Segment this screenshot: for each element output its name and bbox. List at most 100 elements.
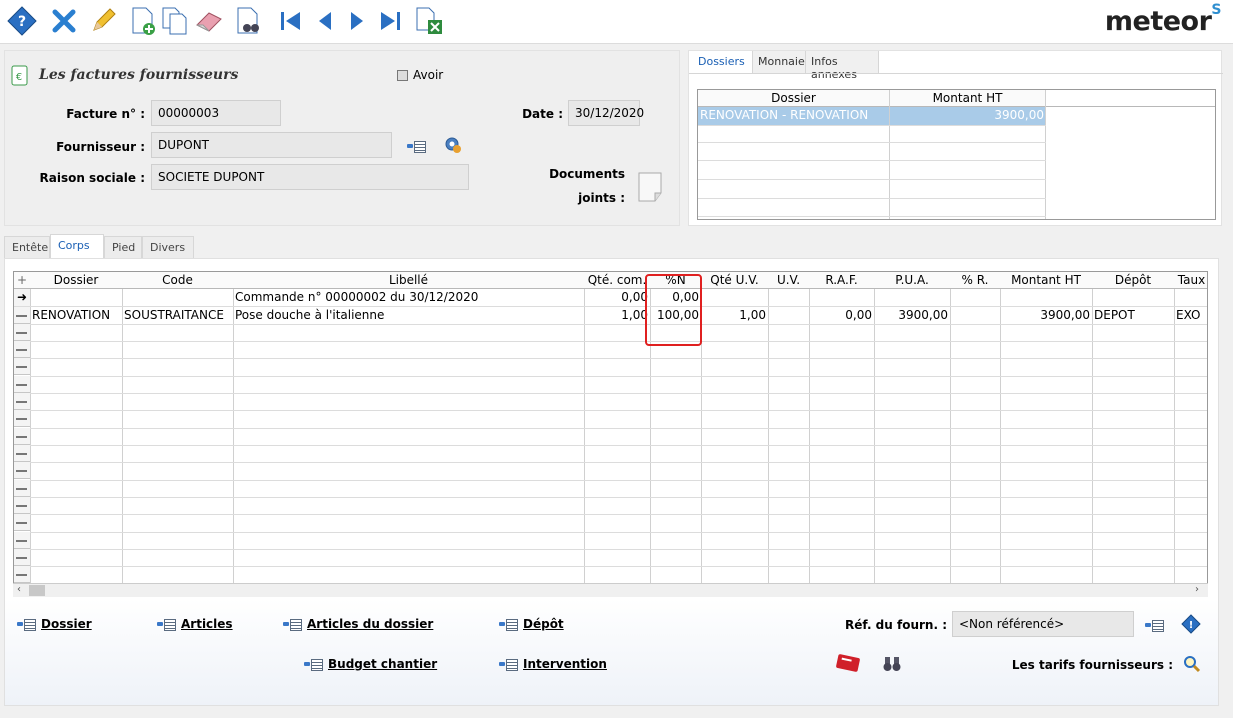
col-header-pct-r[interactable]: % R. (950, 272, 1000, 289)
depot-link[interactable]: Dépôt (499, 617, 564, 631)
tab-divers[interactable]: Divers (142, 236, 194, 258)
date-field[interactable]: 30/12/2020 (568, 100, 644, 126)
tab-infos-annexes[interactable]: Infos annexes (806, 51, 879, 81)
raison-sociale-label: Raison sociale : (39, 171, 146, 185)
svg-text:?: ? (18, 14, 26, 30)
raf-cell[interactable]: 0,00 (809, 307, 874, 324)
raison-sociale-field[interactable]: SOCIETE DUPONT (151, 164, 469, 190)
fournisseur-settings-icon[interactable] (444, 136, 462, 157)
highlight-box-pct-n (645, 274, 702, 346)
invoice-header-panel: € Les factures fournisseurs Avoir Factur… (4, 50, 680, 226)
code-cell[interactable]: SOUSTRAITANCE (122, 307, 233, 324)
col-header-uv[interactable]: U.V. (768, 272, 809, 289)
col-header-montant-ht[interactable]: Montant HT (890, 90, 1046, 107)
col-header-libelle[interactable]: Libellé (233, 272, 584, 289)
info-diamond-icon[interactable]: ! (1181, 614, 1201, 637)
ref-fourn-field[interactable]: <Non référencé> (952, 611, 1134, 637)
new-document-icon[interactable] (128, 6, 158, 36)
col-header-dossier[interactable]: Dossier (30, 272, 122, 289)
svg-text:€: € (16, 72, 22, 83)
facture-number-field[interactable]: 00000003 (151, 100, 281, 126)
meteor-logo: meteorS (1104, 2, 1222, 37)
edit-pencil-icon[interactable] (88, 6, 118, 36)
red-card-icon[interactable] (835, 653, 863, 676)
attached-document-icon[interactable] (637, 171, 665, 206)
col-header-depot[interactable]: Dépôt (1092, 272, 1174, 289)
col-header-montant-ht[interactable]: Montant HT (1000, 272, 1092, 289)
depot-cell[interactable]: DEPOT (1092, 307, 1174, 324)
svg-text:!: ! (1189, 620, 1194, 631)
avoir-checkbox[interactable] (397, 70, 408, 81)
tab-dossiers[interactable]: Dossiers (693, 51, 753, 73)
col-header-pua[interactable]: P.U.A. (874, 272, 950, 289)
page-title: Les factures fournisseurs (39, 67, 239, 83)
budget-link-icon (304, 658, 323, 671)
articles-link[interactable]: Articles (157, 617, 233, 631)
qte-com-cell[interactable]: 1,00 (584, 307, 650, 324)
delete-x-icon[interactable] (49, 6, 79, 36)
depot-link-icon (499, 618, 518, 631)
corps-panel: + Dossier Code Libellé Qté. com. %N Qté … (4, 258, 1219, 706)
ref-fourn-select-icon[interactable] (1145, 619, 1164, 632)
intervention-link-icon (499, 658, 518, 671)
qte-com-cell[interactable]: 0,00 (584, 289, 650, 306)
joints-label: joints : (578, 191, 625, 205)
col-header-code[interactable]: Code (122, 272, 233, 289)
scroll-left-icon[interactable]: ‹ (17, 584, 25, 596)
last-record-icon[interactable] (375, 6, 405, 36)
col-header-taux[interactable]: Taux (1174, 272, 1207, 289)
avoir-label: Avoir (413, 68, 444, 82)
eraser-icon[interactable] (194, 6, 224, 36)
col-header-raf[interactable]: R.A.F. (809, 272, 874, 289)
search-binoculars-doc-icon[interactable] (234, 6, 264, 36)
dossier-cell[interactable]: RENOVATION - RENOVATION (698, 107, 890, 124)
col-header-qte-com[interactable]: Qté. com. (584, 272, 650, 289)
dossiers-panel: Dossiers Monnaie Infos annexes Dossier M… (688, 50, 1223, 226)
intervention-link[interactable]: Intervention (499, 657, 607, 671)
budget-chantier-link[interactable]: Budget chantier (304, 657, 437, 671)
articles-dossier-link-icon (283, 618, 302, 631)
tab-monnaie[interactable]: Monnaie (753, 51, 806, 73)
horizontal-scrollbar[interactable]: ‹ › (13, 583, 1208, 597)
taux-cell[interactable]: EXO (1174, 307, 1207, 324)
copy-documents-icon[interactable] (160, 6, 190, 36)
add-row-icon[interactable]: + (14, 272, 30, 289)
articles-dossier-link[interactable]: Articles du dossier (283, 617, 433, 631)
articles-link-icon (157, 618, 176, 631)
previous-record-icon[interactable] (310, 6, 340, 36)
scroll-right-icon[interactable]: › (1195, 584, 1203, 596)
next-record-icon[interactable] (342, 6, 372, 36)
tab-entete[interactable]: Entête (4, 236, 50, 258)
col-header-qte-uv[interactable]: Qté U.V. (701, 272, 768, 289)
montant-ht-cell[interactable]: 3900,00 (890, 107, 1046, 124)
toolbar: ? meteorS (0, 0, 1233, 44)
fournisseur-label: Fournisseur : (56, 140, 145, 154)
export-excel-icon[interactable] (414, 6, 444, 36)
tarifs-fournisseurs-label: Les tarifs fournisseurs : (1011, 658, 1173, 672)
pua-cell[interactable]: 3900,00 (874, 307, 950, 324)
tab-pied[interactable]: Pied (104, 236, 142, 258)
select-fournisseur-icon[interactable] (407, 140, 426, 153)
col-header-dossier[interactable]: Dossier (698, 90, 890, 107)
documents-label: Documents (549, 167, 625, 181)
dossiers-grid: Dossier Montant HT RENOVATION - RENOVATI… (697, 89, 1216, 220)
dossier-cell[interactable]: RENOVATION (30, 307, 122, 324)
facture-label: Facture n° : (66, 107, 145, 121)
scroll-thumb[interactable] (29, 585, 45, 596)
help-diamond-icon[interactable]: ? (7, 6, 37, 36)
libelle-cell[interactable]: Commande n° 00000002 du 30/12/2020 (233, 289, 584, 306)
qte-uv-cell[interactable]: 1,00 (701, 307, 768, 324)
fournisseur-field[interactable]: DUPONT (151, 132, 392, 158)
dossier-link-icon (17, 618, 36, 631)
zoom-search-icon[interactable] (1183, 655, 1201, 676)
dossier-link[interactable]: Dossier (17, 617, 92, 631)
invoice-icon: € (9, 65, 31, 90)
date-label: Date : (522, 107, 563, 121)
libelle-cell[interactable]: Pose douche à l'italienne (233, 307, 584, 324)
montant-ht-cell[interactable]: 3900,00 (1000, 307, 1092, 324)
current-row-arrow-icon: ➜ (14, 289, 30, 306)
tab-corps[interactable]: Corps (50, 234, 104, 258)
invoice-lines-grid: + Dossier Code Libellé Qté. com. %N Qté … (13, 271, 1208, 596)
first-record-icon[interactable] (276, 6, 306, 36)
binoculars-icon[interactable] (882, 655, 902, 676)
